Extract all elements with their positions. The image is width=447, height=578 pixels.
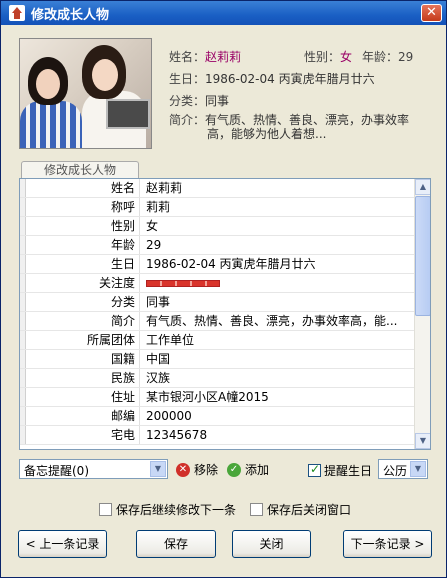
grid-row[interactable]: 性别女	[20, 217, 415, 236]
continue-label: 保存后继续修改下一条	[116, 503, 237, 517]
grid-row[interactable]: 简介 有气质、热情、善良、漂亮，办事效率高，能...	[20, 312, 415, 331]
birthday-label: 生日：	[169, 72, 206, 86]
grid-row[interactable]: 住址 某市银河小区A幢2015	[20, 388, 415, 407]
calendar-value: 公历	[383, 464, 408, 478]
grid-row-value[interactable]: 汉族	[140, 369, 415, 387]
remind-birthday-checkbox[interactable]: 提醒生日	[308, 462, 372, 479]
grid-row-value[interactable]: 中国	[140, 350, 415, 368]
title-bar[interactable]: 修改成长人物 ✕	[1, 1, 446, 25]
grid-row-value[interactable]: 莉莉	[140, 198, 415, 216]
close-after-checkbox-box[interactable]	[250, 503, 263, 516]
grid-row-value[interactable]: 200000	[140, 407, 415, 425]
scroll-up-icon[interactable]: ▲	[415, 179, 430, 195]
grid-row-value[interactable]: 同事	[140, 293, 415, 311]
add-label: 添加	[245, 463, 270, 477]
prev-record-button[interactable]: < 上一条记录	[18, 530, 107, 558]
calendar-type-combo[interactable]: 公历 ▼	[378, 459, 428, 479]
name-label: 姓名：	[169, 50, 206, 64]
age-label: 年龄：	[362, 50, 399, 64]
intro-line-2: 高，能够为他人着想...	[207, 127, 327, 141]
grid-row[interactable]: 生日 1986-02-04 丙寅虎年腊月廿六	[20, 255, 415, 274]
category-label: 分类：	[169, 94, 206, 108]
grid-row-label: 民族	[26, 369, 140, 387]
grid-row-label: 关注度	[26, 274, 140, 292]
grid-row-label: 性别	[26, 217, 140, 235]
grid-row-value[interactable]: 29	[140, 236, 415, 254]
grid-row-label: 国籍	[26, 350, 140, 368]
grid-row[interactable]: 姓名 赵莉莉	[20, 179, 415, 198]
grid-row[interactable]: 关注度	[20, 274, 415, 293]
name-value: 赵莉莉	[205, 50, 242, 64]
grid-row-value[interactable]: 工作单位	[140, 331, 415, 349]
birthday-value: 1986-02-04 丙寅虎年腊月廿六	[205, 72, 375, 86]
grid-row[interactable]: 年龄 29	[20, 236, 415, 255]
laptop-shape	[106, 99, 150, 129]
grid-row-value[interactable]: 赵莉莉	[140, 179, 415, 197]
grid-row-label: 宅电	[26, 426, 140, 444]
remove-label: 移除	[194, 463, 219, 477]
gender-value: 女	[340, 50, 353, 64]
grid-row-label: 生日	[26, 255, 140, 273]
grid-row-value[interactable]	[140, 274, 415, 292]
save-button[interactable]: 保存	[136, 530, 216, 558]
summary-birthday: 生日：1986-02-04 丙寅虎年腊月廿六	[169, 70, 375, 87]
window-title: 修改成长人物	[31, 7, 110, 23]
grid-row-label: 姓名	[26, 179, 140, 197]
summary-gender-age: 性别：女 年龄：29	[304, 48, 413, 65]
close-button[interactable]: 关闭	[232, 530, 311, 558]
scroll-thumb[interactable]	[415, 196, 430, 316]
grid-row[interactable]: 宅电 12345678	[20, 426, 415, 445]
close-window-button[interactable]: ✕	[421, 4, 442, 22]
vertical-scrollbar[interactable]: ▲ ▼	[414, 179, 430, 449]
grid-row[interactable]: 邮编 200000	[20, 407, 415, 426]
continue-checkbox-box[interactable]	[99, 503, 112, 516]
remind-birthday-label: 提醒生日	[324, 464, 373, 478]
edit-person-window: 修改成长人物 ✕ 姓名：赵莉莉 性别：女 年龄：29 生日：1986-02-04 …	[0, 0, 447, 578]
grid-row-value[interactable]: 有气质、热情、善良、漂亮，办事效率高，能...	[140, 312, 415, 330]
chevron-down-icon[interactable]: ▼	[410, 461, 426, 477]
intro-label: 简介：	[169, 113, 206, 127]
add-button[interactable]: ✓ 添加	[227, 461, 269, 478]
home-icon	[9, 5, 25, 21]
grid-row[interactable]: 所属团体 工作单位	[20, 331, 415, 350]
grid-row-value[interactable]: 12345678	[140, 426, 415, 444]
close-after-save-option[interactable]: 保存后关闭窗口	[250, 501, 351, 518]
grid-row-value[interactable]: 某市银河小区A幢2015	[140, 388, 415, 406]
memo-reminder-combo[interactable]: 备忘提醒(0) ▼	[19, 459, 168, 479]
remind-checkbox-box[interactable]	[308, 462, 321, 477]
property-grid[interactable]: 姓名 赵莉莉 称呼 莉莉 性别女年龄 29 生日 1986-02-04 丙寅虎年腊月廿六 关注度…	[19, 178, 431, 450]
continue-edit-option[interactable]: 保存后继续修改下一条	[99, 501, 236, 518]
grid-row-value[interactable]: 女	[140, 217, 415, 235]
person-photo	[19, 38, 152, 149]
attention-level-bar[interactable]	[146, 280, 220, 287]
grid-row-value[interactable]: 1986-02-04 丙寅虎年腊月廿六	[140, 255, 415, 273]
grid-row-label: 住址	[26, 388, 140, 406]
summary-name-line: 姓名：赵莉莉	[169, 48, 241, 65]
grid-row[interactable]: 分类 同事	[20, 293, 415, 312]
category-value: 同事	[205, 94, 230, 108]
memo-combo-value: 备忘提醒(0)	[24, 464, 89, 478]
grid-row[interactable]: 民族 汉族	[20, 369, 415, 388]
grid-row[interactable]: 国籍 中国	[20, 350, 415, 369]
close-after-label: 保存后关闭窗口	[267, 503, 352, 517]
grid-row[interactable]: 称呼 莉莉	[20, 198, 415, 217]
property-rows: 姓名 赵莉莉 称呼 莉莉 性别女年龄 29 生日 1986-02-04 丙寅虎年腊月廿六 关注度…	[20, 179, 415, 445]
gender-label: 性别：	[304, 50, 341, 64]
grid-row-label: 所属团体	[26, 331, 140, 349]
summary-intro-cont: 高，能够为他人着想...	[207, 125, 326, 142]
grid-row-label: 年龄	[26, 236, 140, 254]
grid-row-label: 邮编	[26, 407, 140, 425]
chevron-down-icon[interactable]: ▼	[150, 461, 166, 477]
grid-row-label: 称呼	[26, 198, 140, 216]
scroll-down-icon[interactable]: ▼	[415, 433, 430, 449]
remove-button[interactable]: ✕ 移除	[176, 461, 218, 478]
summary-category: 分类：同事	[169, 92, 229, 109]
age-value: 29	[398, 50, 414, 64]
tab-edit-person[interactable]: 修改成长人物	[21, 161, 139, 179]
grid-row-label: 分类	[26, 293, 140, 311]
grid-row-label: 简介	[26, 312, 140, 330]
add-check-icon: ✓	[227, 462, 241, 477]
next-record-button[interactable]: 下一条记录 >	[343, 530, 432, 558]
remove-icon: ✕	[176, 462, 190, 477]
